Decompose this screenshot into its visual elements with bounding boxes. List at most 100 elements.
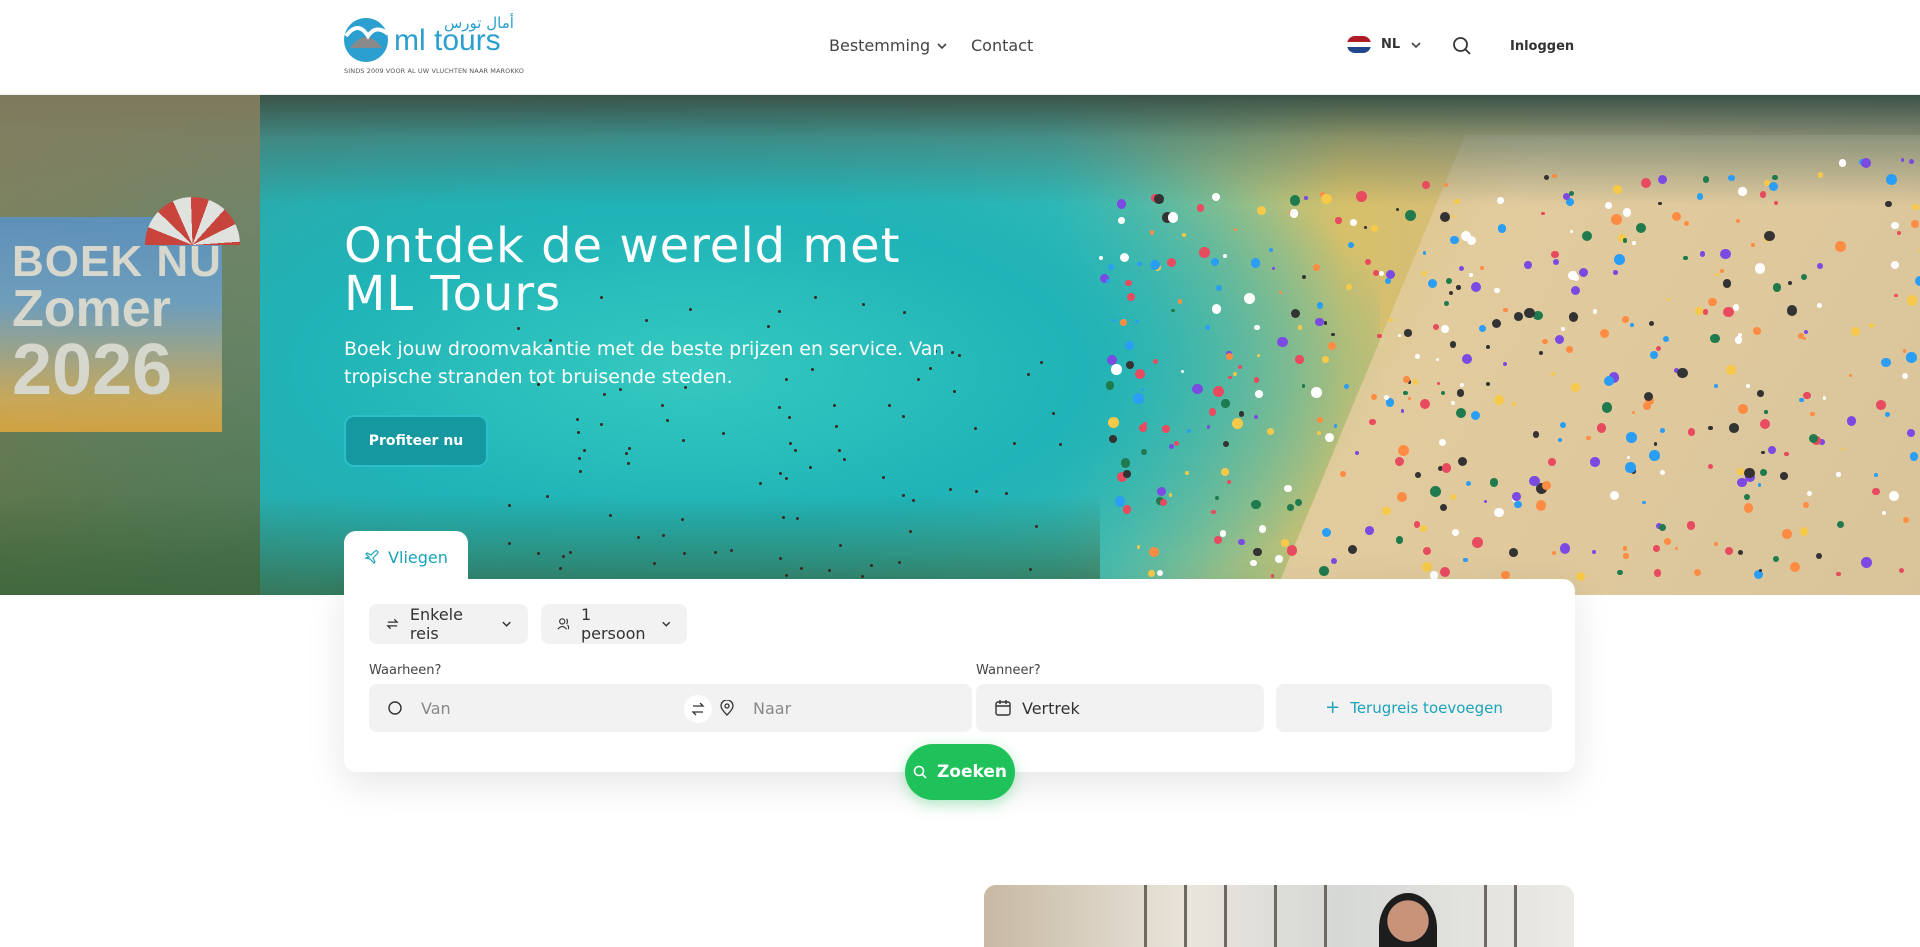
crowd-dot	[1626, 431, 1638, 443]
crowd-dot	[1836, 571, 1841, 577]
add-return-button[interactable]: + Terugreis toevoegen	[1276, 684, 1552, 732]
swimmer-dot	[882, 475, 886, 479]
crowd-dot	[1559, 543, 1571, 554]
window-frame	[1224, 885, 1227, 947]
logo[interactable]: ml tours أمال تورس SINDS 2009 VOOR AL UW…	[344, 14, 524, 80]
crowd-dot	[1835, 241, 1846, 252]
swimmer-dot	[1028, 567, 1032, 571]
crowd-dot	[1784, 451, 1789, 456]
crowd-dot	[1451, 400, 1456, 405]
crowd-dot	[1714, 541, 1719, 546]
search-button[interactable]: Zoeken	[905, 744, 1015, 800]
swimmer-dot	[624, 451, 628, 455]
nav-contact[interactable]: Contact	[971, 36, 1033, 55]
route-field: Van Naar	[369, 684, 972, 732]
swimmer-dot	[908, 529, 912, 533]
crowd-dot	[1759, 191, 1767, 198]
search-icon[interactable]	[1452, 36, 1472, 60]
plus-icon: +	[1325, 697, 1341, 718]
passengers-select[interactable]: 1 persoon	[541, 604, 687, 644]
language-selector[interactable]: NL	[1347, 36, 1422, 53]
crowd-dot	[1757, 390, 1764, 397]
to-input[interactable]: Naar	[699, 684, 791, 732]
crowd-dot	[1371, 225, 1378, 233]
swimmer-dot	[1004, 492, 1008, 496]
crowd-dot	[1906, 352, 1917, 363]
crowd-dot	[1106, 381, 1115, 390]
tab-vliegen[interactable]: Vliegen	[344, 531, 468, 583]
crowd-dot	[1708, 463, 1714, 469]
swimmer-dot	[653, 561, 657, 565]
crowd-dot	[1319, 566, 1329, 576]
swimmer-dot	[644, 319, 648, 323]
crowd-dot	[1122, 505, 1132, 514]
crowd-dot	[1744, 503, 1754, 513]
crowd-dot	[1443, 182, 1448, 187]
departure-date-input[interactable]: Vertrek	[976, 684, 1264, 732]
crowd-dot	[1529, 475, 1540, 486]
crowd-dot	[1228, 375, 1232, 380]
crowd-dot	[1846, 416, 1856, 426]
crowd-dot	[1335, 217, 1342, 224]
crowd-dot	[1622, 238, 1628, 243]
crowd-dot	[1568, 312, 1578, 322]
crowd-dot	[1419, 398, 1430, 409]
crowd-dot	[1802, 336, 1806, 340]
from-input[interactable]: Van	[421, 699, 451, 718]
crowd-dot	[1233, 372, 1237, 376]
swimmer-dot	[860, 574, 864, 578]
chevron-down-icon	[502, 621, 511, 627]
crowd-dot	[1494, 507, 1504, 518]
crowd-dot	[1364, 525, 1374, 535]
nav-bestemming-label: Bestemming	[829, 36, 931, 55]
swimmer-dot	[561, 554, 565, 558]
crowd-dot	[1734, 336, 1743, 344]
crowd-dot	[1266, 427, 1274, 435]
promo-line-3: 2026	[12, 330, 173, 410]
crowd-dot	[1403, 376, 1410, 383]
crowd-dot	[1284, 484, 1292, 493]
crowd-dot	[1871, 487, 1880, 496]
swimmer-dot	[1051, 412, 1055, 416]
crowd-dot	[1696, 193, 1703, 200]
trip-type-select[interactable]: Enkele reis	[369, 604, 528, 644]
crowd-dot	[1347, 544, 1357, 554]
crowd-dot	[1440, 390, 1445, 395]
crowd-dot	[1469, 273, 1473, 277]
promo-badge[interactable]: BOEK NU Zomer 2026	[0, 197, 240, 432]
swimmer-dot	[680, 517, 684, 521]
crowd-dot	[1659, 428, 1665, 434]
swimmer-dot	[575, 418, 579, 422]
crowd-dot	[1611, 214, 1622, 226]
profiteer-button[interactable]: Profiteer nu	[344, 415, 488, 467]
crowd-dot	[1915, 275, 1920, 287]
crowd-dot	[1751, 243, 1755, 247]
crowd-dot	[1625, 462, 1636, 473]
crowd-dot	[1422, 546, 1432, 555]
crowd-dot	[1395, 207, 1400, 212]
crowd-dot	[1168, 212, 1179, 223]
crowd-dot	[1767, 445, 1776, 454]
crowd-dot	[1672, 211, 1682, 221]
crowd-dot	[1421, 561, 1432, 573]
where-label: Waarheen?	[369, 663, 442, 678]
crowd-dot	[1317, 416, 1324, 423]
nav-bestemming[interactable]: Bestemming	[829, 36, 948, 55]
crowd-dot	[1363, 225, 1368, 229]
crowd-dot	[1757, 483, 1762, 487]
swimmer-dot	[536, 552, 540, 556]
crowd-dot	[1099, 255, 1104, 260]
login-link[interactable]: Inloggen	[1510, 39, 1574, 54]
crowd-dot	[1233, 227, 1238, 231]
swimmer-dot	[608, 514, 612, 518]
crowd-dot	[1570, 382, 1580, 392]
swimmer-dot	[661, 534, 665, 538]
crowd-dot	[1185, 470, 1190, 475]
crowd-dot	[1511, 402, 1516, 406]
crowd-dot	[1753, 327, 1762, 335]
crowd-dot	[1136, 545, 1141, 549]
crowd-dot	[1764, 410, 1768, 414]
crowd-dot	[1422, 251, 1427, 255]
crowd-dot	[1570, 286, 1580, 296]
crowd-dot	[1450, 235, 1459, 244]
